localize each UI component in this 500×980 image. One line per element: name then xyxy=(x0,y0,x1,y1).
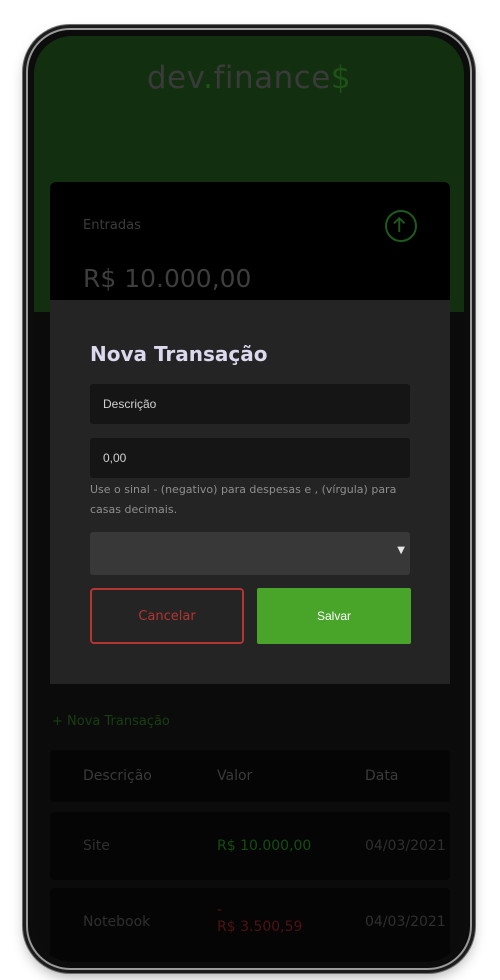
amount-input[interactable] xyxy=(90,438,410,478)
income-amount: R$ 10.000,00 xyxy=(83,264,252,293)
new-transaction-modal: Nova Transação Use o sinal - (negativo) … xyxy=(50,300,450,684)
save-button[interactable]: Salvar xyxy=(257,588,411,644)
transaction-value: R$ 10.000,00 xyxy=(217,838,312,854)
phone-frame: dev.finance$ Entradas R$ 10.000,00 + Nov… xyxy=(26,28,472,970)
column-header-description: Descrição xyxy=(83,768,152,784)
cancel-button[interactable]: Cancelar xyxy=(90,588,244,644)
category-select[interactable]: ▼ xyxy=(90,532,410,575)
arrow-up-circle-icon xyxy=(385,210,417,242)
column-header-value: Valor xyxy=(217,768,253,784)
new-transaction-link[interactable]: + Nova Transação xyxy=(52,714,170,729)
table-header: Descrição Valor Data xyxy=(50,750,450,802)
description-input[interactable] xyxy=(90,384,410,424)
income-label: Entradas xyxy=(83,218,141,233)
modal-title: Nova Transação xyxy=(90,342,268,366)
app-logo: dev.finance$ xyxy=(146,60,352,96)
app-screen: dev.finance$ Entradas R$ 10.000,00 + Nov… xyxy=(34,36,464,962)
transaction-date: 04/03/2021 xyxy=(365,914,446,930)
transaction-description: Site xyxy=(83,838,110,854)
caret-down-icon: ▼ xyxy=(397,545,405,556)
transaction-value: - R$ 3.500,59 xyxy=(217,902,303,935)
column-header-date: Data xyxy=(365,768,399,784)
transaction-description: Notebook xyxy=(83,914,151,930)
amount-help-text: Use o sinal - (negativo) para despesas e… xyxy=(90,483,397,516)
table-row: Notebook - R$ 3.500,59 04/03/2021 xyxy=(50,888,450,962)
table-row: Site R$ 10.000,00 04/03/2021 xyxy=(50,812,450,880)
transaction-date: 04/03/2021 xyxy=(365,838,446,854)
